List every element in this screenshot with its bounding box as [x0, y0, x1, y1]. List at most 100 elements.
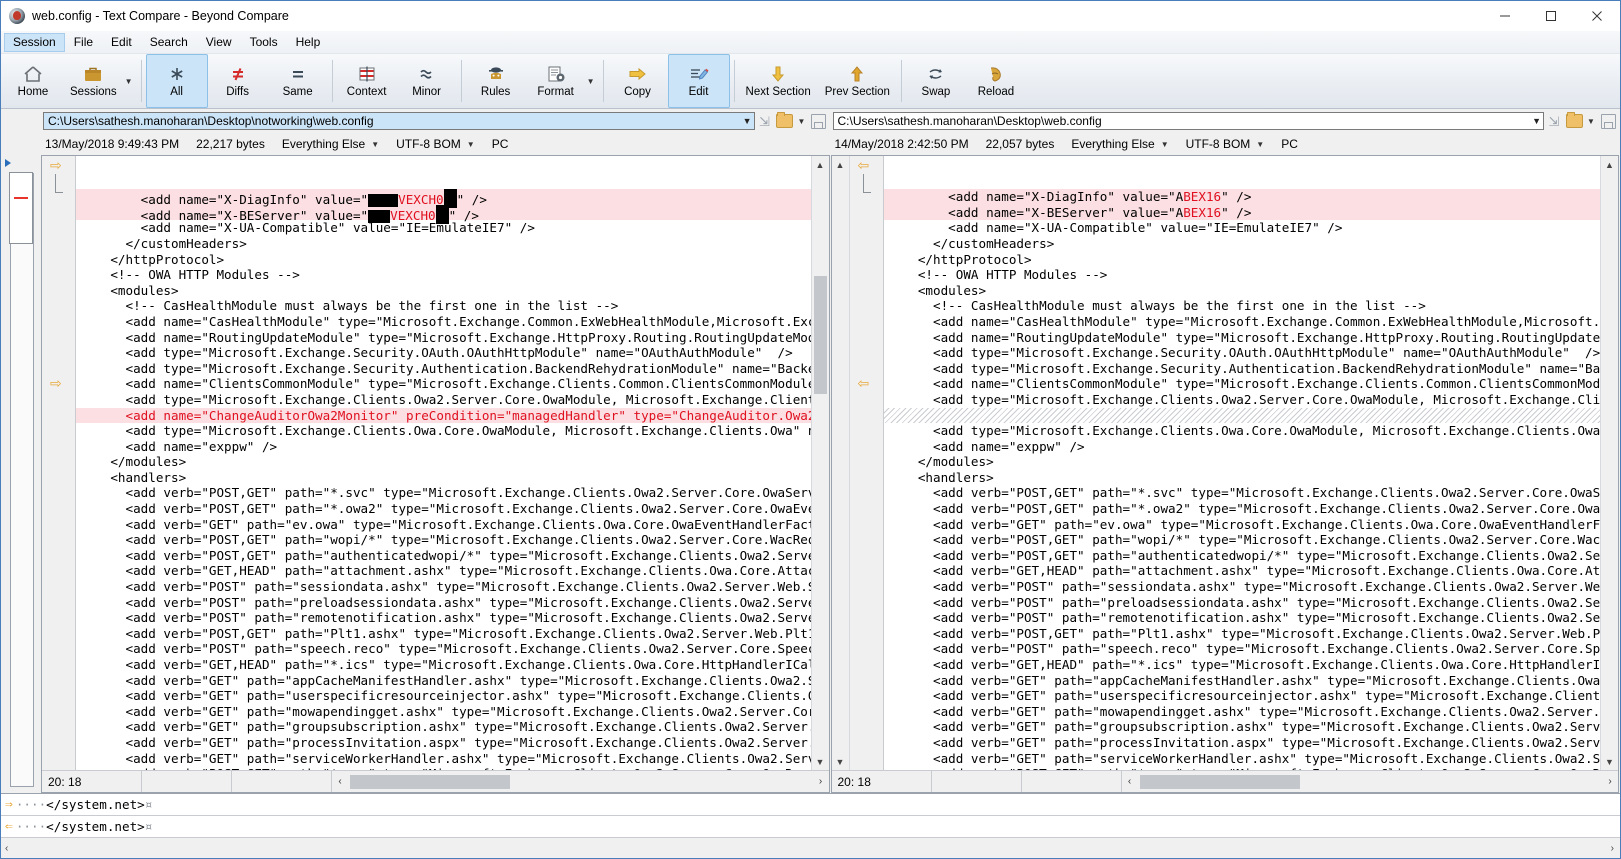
maximize-button[interactable]: [1528, 1, 1574, 31]
toolbar-context-button[interactable]: Context: [337, 54, 397, 108]
scroll-down-icon[interactable]: ▼: [812, 753, 829, 770]
code-line[interactable]: <add type="Microsoft.Exchange.Security.O…: [76, 345, 811, 361]
code-line[interactable]: <modules>: [884, 283, 1601, 299]
right-diff-marker-arrow-2[interactable]: ⇦: [858, 376, 876, 390]
overview-expand-icon[interactable]: [5, 159, 11, 167]
code-line[interactable]: <add name="RoutingUpdateModule" type="Mi…: [76, 330, 810, 346]
code-line[interactable]: <add verb="POST,GET" path="wopi/*" type=…: [884, 532, 1600, 548]
toolbar-all-button[interactable]: All: [145, 54, 208, 108]
code-line[interactable]: <add verb="GET" path="mowapendingget.ash…: [76, 704, 810, 720]
code-line[interactable]: <add type="Microsoft.Exchange.Security.A…: [76, 361, 810, 377]
footer-row-right[interactable]: ⇐ ···· </system.net> ¤: [1, 816, 1620, 838]
code-line[interactable]: </httpProtocol>: [76, 252, 811, 268]
code-line[interactable]: <add verb="POST,GET" path="*.owa" type="…: [884, 766, 1600, 770]
code-line[interactable]: </modules>: [884, 454, 1601, 470]
code-line[interactable]: <add verb="POST,GET" path="authenticated…: [76, 548, 810, 564]
code-line[interactable]: </customHeaders>: [76, 236, 811, 252]
code-line[interactable]: <add type="Microsoft.Exchange.Security.A…: [884, 361, 1600, 377]
menu-edit[interactable]: Edit: [102, 33, 141, 52]
scroll-up-icon[interactable]: ▲: [832, 156, 849, 173]
scroll-up-icon[interactable]: ▲: [1601, 156, 1618, 173]
code-line[interactable]: <add type="Microsoft.Exchange.Security.O…: [884, 345, 1600, 361]
toolbar-diffs-button[interactable]: Diffs: [208, 54, 268, 108]
code-line[interactable]: <add verb="POST,GET" path="*.owa" type="…: [76, 766, 810, 770]
overview-track[interactable]: [10, 173, 34, 787]
right-hscroll-thumb[interactable]: [1139, 774, 1300, 789]
code-line[interactable]: <add verb="GET,HEAD" path="*.ics" type="…: [76, 657, 810, 673]
left-path-input[interactable]: C:\Users\sathesh.manoharan\Desktop\notwo…: [43, 112, 755, 130]
footer-row-left[interactable]: ⇒ ···· </system.net> ¤: [1, 794, 1620, 816]
code-line[interactable]: <add name="RoutingUpdateModule" type="Mi…: [884, 330, 1600, 346]
toolbar-edit-button[interactable]: Edit: [667, 54, 730, 108]
code-line[interactable]: <add name="X-DiagInfo" value="ABEX16" />: [883, 189, 1600, 205]
scroll-down-icon[interactable]: ▼: [1601, 753, 1618, 770]
menu-tools[interactable]: Tools: [241, 33, 287, 52]
code-line[interactable]: <add name="ClientsCommonModule" type="Mi…: [884, 376, 1600, 392]
left-hscroll-track[interactable]: [348, 773, 813, 790]
scroll-up-icon[interactable]: ▲: [812, 156, 829, 173]
right-ruleset-dropdown[interactable]: Everything Else ▼: [1071, 137, 1168, 151]
menu-view[interactable]: View: [197, 33, 241, 52]
right-code-view[interactable]: <add name="X-DiagInfo" value="ABEX16" />…: [883, 156, 1601, 770]
toolbar-same-button[interactable]: Same: [268, 54, 328, 108]
code-line[interactable]: <add verb="GET" path="mowapendingget.ash…: [884, 704, 1600, 720]
toolbar-minor-button[interactable]: Minor: [397, 54, 457, 108]
code-line[interactable]: <add verb="POST" path="speech.reco" type…: [76, 641, 810, 657]
right-vertical-scrollbar[interactable]: ▲ ▼: [831, 156, 850, 770]
code-line[interactable]: <!-- CasHealthModule must always be the …: [884, 298, 1601, 314]
code-line[interactable]: <add type="Microsoft.Exchange.Clients.Ow…: [76, 392, 810, 408]
chevron-down-icon[interactable]: ▼: [1528, 116, 1541, 126]
right-diff-gutter[interactable]: ⇦ ⇦: [849, 156, 884, 770]
close-button[interactable]: [1574, 1, 1620, 31]
code-line[interactable]: <add verb="GET" path="appCacheManifestHa…: [884, 673, 1600, 689]
left-save-button[interactable]: [809, 111, 829, 131]
code-line[interactable]: <add type="Microsoft.Exchange.Clients.Ow…: [884, 392, 1600, 408]
right-vertical-scrollbar-outer[interactable]: ▲ ▼: [1600, 156, 1618, 770]
code-line[interactable]: <add name="X-BEServer" value="ABEX16" />: [883, 204, 1600, 221]
left-vertical-scrollbar[interactable]: ▲ ▼: [810, 156, 829, 770]
toolbar-reload-button[interactable]: Reload: [966, 54, 1026, 108]
toolbar-sessions-button[interactable]: Sessions: [63, 54, 124, 108]
right-refresh-button[interactable]: ⇲: [1544, 111, 1564, 131]
code-line[interactable]: <handlers>: [76, 470, 811, 486]
code-line[interactable]: </httpProtocol>: [884, 252, 1601, 268]
scroll-left-icon[interactable]: ‹: [1122, 772, 1138, 791]
code-line[interactable]: <add name="ChangeAuditorOwa2Monitor" pre…: [76, 407, 811, 424]
left-browse-dropdown[interactable]: ▼: [795, 111, 809, 131]
code-line[interactable]: <add verb="POST" path="preloadsessiondat…: [76, 595, 810, 611]
code-line[interactable]: <add verb="GET" path="groupsubscription.…: [884, 719, 1600, 735]
left-diff-gutter[interactable]: ⇨ ⇨: [42, 156, 76, 770]
code-line[interactable]: <add type="Microsoft.Exchange.Clients.Ow…: [76, 423, 810, 439]
left-diff-marker-arrow-2[interactable]: ⇨: [50, 376, 68, 390]
code-line[interactable]: <add verb="GET" path="groupsubscription.…: [76, 719, 810, 735]
code-line[interactable]: <add verb="POST" path="remotenotificatio…: [76, 610, 810, 626]
code-line[interactable]: </customHeaders>: [884, 236, 1601, 252]
code-line[interactable]: <add verb="GET" path="serviceWorkerHandl…: [76, 751, 810, 767]
left-browse-button[interactable]: [775, 111, 795, 131]
code-line[interactable]: <add verb="POST" path="speech.reco" type…: [884, 641, 1600, 657]
left-diff-marker-arrow[interactable]: ⇨: [50, 158, 68, 172]
toolbar-prev-section-button[interactable]: Prev Section: [818, 54, 897, 108]
code-line[interactable]: <add name="X-DiagInfo" value=" VEXCH0 " />: [76, 189, 811, 209]
code-line[interactable]: <add verb="POST,GET" path="authenticated…: [884, 548, 1600, 564]
code-line[interactable]: <add verb="POST" path="preloadsessiondat…: [884, 595, 1600, 611]
scroll-right-icon[interactable]: ›: [1602, 772, 1618, 791]
code-line[interactable]: <add verb="GET" path="appCacheManifestHa…: [76, 673, 810, 689]
toolbar-next-section-button[interactable]: Next Section: [739, 54, 818, 108]
menu-help[interactable]: Help: [287, 33, 330, 52]
code-line[interactable]: <add name="exppw" />: [884, 439, 1601, 455]
menu-session[interactable]: Session: [4, 32, 65, 52]
chevron-down-icon[interactable]: ▼: [739, 116, 752, 126]
code-line[interactable]: <!-- OWA HTTP Modules -->: [76, 267, 811, 283]
right-browse-dropdown[interactable]: ▼: [1584, 111, 1598, 131]
code-line[interactable]: <!-- OWA HTTP Modules -->: [884, 267, 1601, 283]
footer-scroll-right-icon[interactable]: ›: [1611, 843, 1614, 854]
right-horizontal-scrollbar[interactable]: ‹ ›: [1122, 771, 1619, 792]
code-line[interactable]: <add verb="POST" path="remotenotificatio…: [884, 610, 1600, 626]
toolbar-swap-button[interactable]: Swap: [906, 54, 966, 108]
toolbar-copy-button[interactable]: Copy: [608, 54, 668, 108]
sessions-dropdown-arrow[interactable]: ▼: [124, 54, 137, 108]
scroll-right-icon[interactable]: ›: [813, 772, 829, 791]
code-line[interactable]: <add verb="POST,GET" path="*.owa2" type=…: [76, 501, 810, 517]
minimize-button[interactable]: [1482, 1, 1528, 31]
